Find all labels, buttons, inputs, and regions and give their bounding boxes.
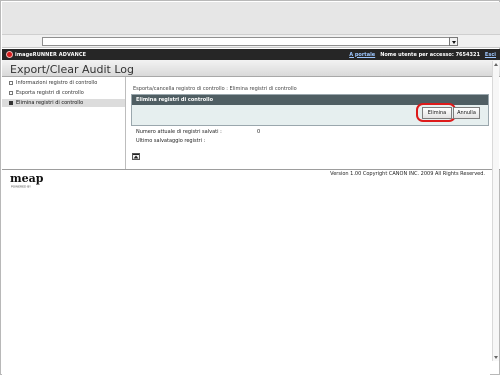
page-title: Export/Clear Audit Log xyxy=(10,63,134,76)
header-nav: A portale Nome utente per accesso: 76543… xyxy=(349,50,496,59)
meap-logo-icon: meap POWERED BY xyxy=(10,172,44,189)
login-user-label: Nome utente per accesso: 7654321 xyxy=(380,51,480,58)
logo-tagline: POWERED BY xyxy=(11,185,31,189)
sidebar: Informazioni registro di controllo Espor… xyxy=(2,77,126,169)
address-dropdown-icon[interactable] xyxy=(449,37,458,46)
copyright-text: Version 1.00 Copyright CANON INC. 2009 A… xyxy=(330,171,485,177)
last-saved-label: Ultimo salvataggio registri : xyxy=(136,138,206,144)
bullet-icon xyxy=(9,101,13,105)
breadcrumb: Esporta/cancella registro di controllo :… xyxy=(133,86,297,92)
collapse-button[interactable] xyxy=(132,153,140,160)
collapse-up-icon xyxy=(133,154,139,159)
meap-logo: meap POWERED BY xyxy=(10,172,50,189)
address-field[interactable] xyxy=(42,37,450,46)
empty-page-area xyxy=(2,191,490,375)
saved-logs-value: 0 xyxy=(257,129,261,135)
bullet-icon xyxy=(9,81,13,85)
browser-toolbar xyxy=(2,2,500,35)
browser-window: imageRUNNER ADVANCE A portale Nome utent… xyxy=(0,0,500,375)
scroll-down-icon[interactable] xyxy=(494,356,498,359)
sidebar-item-delete-audit-logs[interactable]: Elimina registri di controllo xyxy=(2,99,125,107)
canon-logo-icon xyxy=(6,51,13,58)
scroll-up-icon[interactable] xyxy=(494,63,498,66)
sidebar-item-audit-log-info[interactable]: Informazioni registro di controllo xyxy=(2,79,125,87)
brand-name: imageRUNNER ADVANCE xyxy=(15,51,87,58)
main-content: Esporta/cancella registro di controllo :… xyxy=(127,77,500,169)
logo-wordmark: meap xyxy=(10,172,44,185)
bullet-icon xyxy=(9,91,13,95)
saved-logs-label: Numero attuale di registri salvati : xyxy=(136,129,222,135)
app-title-bar: Export/Clear Audit Log xyxy=(2,60,500,77)
delete-logs-panel: Elimina registri di controllo Elimina An… xyxy=(131,94,489,126)
sidebar-item-label: Elimina registri di controllo xyxy=(16,100,84,106)
portal-link[interactable]: A portale xyxy=(349,52,375,58)
cancel-button[interactable]: Annulla xyxy=(453,107,480,119)
logout-link[interactable]: Esci xyxy=(485,52,496,58)
top-header-bar: imageRUNNER ADVANCE A portale Nome utent… xyxy=(2,49,500,60)
sidebar-item-label: Informazioni registro di controllo xyxy=(16,80,98,86)
address-row xyxy=(2,35,500,48)
delete-button[interactable]: Elimina xyxy=(422,107,452,119)
sidebar-item-export-audit-logs[interactable]: Esporta registri di controllo xyxy=(2,89,125,97)
footer-divider xyxy=(2,169,500,170)
sidebar-item-label: Esporta registri di controllo xyxy=(16,90,84,96)
brand: imageRUNNER ADVANCE xyxy=(6,50,86,59)
vertical-scrollbar[interactable] xyxy=(492,61,499,361)
